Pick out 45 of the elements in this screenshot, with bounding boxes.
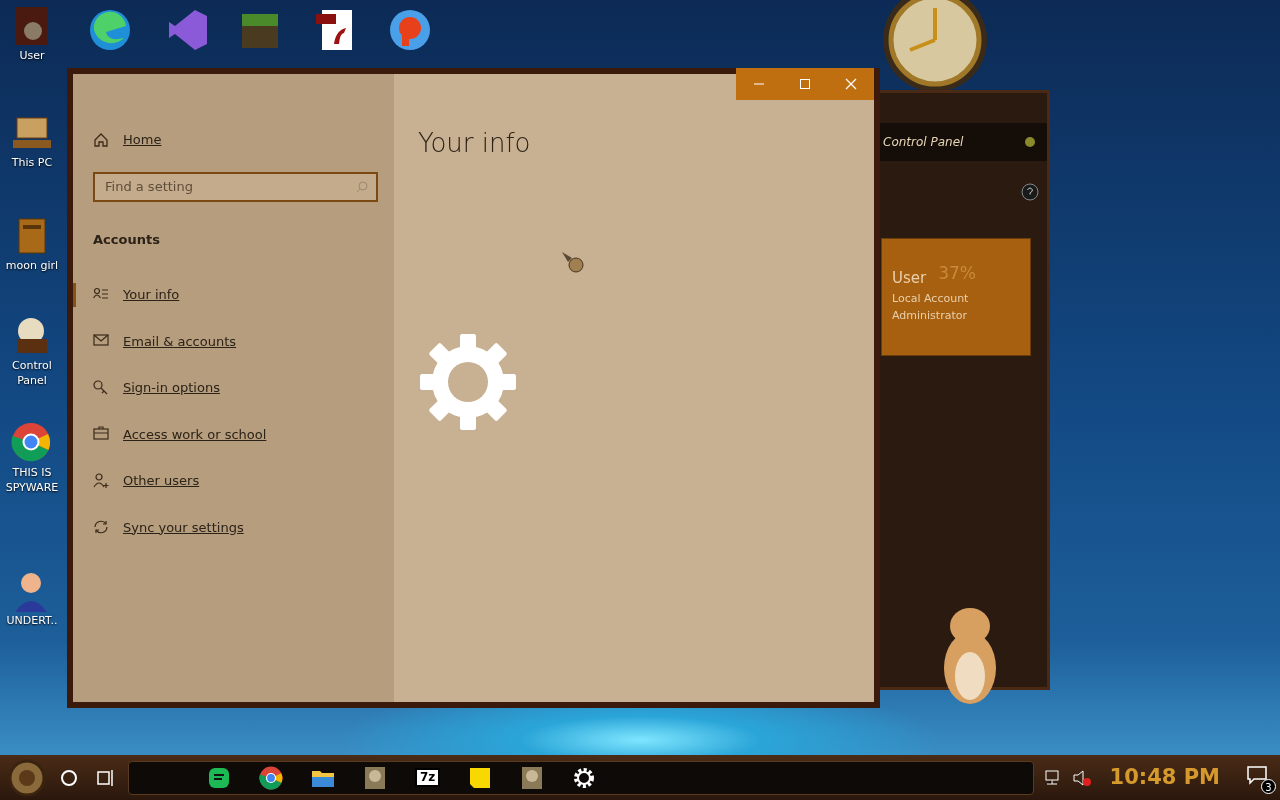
page-title: Your info	[418, 128, 532, 160]
sync-icon	[93, 519, 109, 536]
sticky-note-icon[interactable]	[468, 765, 493, 790]
desktop-icon[interactable]: UNDERT..	[0, 570, 64, 629]
section-heading: Accounts	[93, 230, 161, 249]
network-icon[interactable]	[1043, 768, 1062, 787]
photo-icon[interactable]	[363, 765, 387, 790]
status-light-icon	[1025, 137, 1035, 147]
archive-app-button[interactable]: 7z	[415, 767, 441, 788]
nav-item[interactable]: Email & accounts	[73, 329, 378, 353]
home-icon	[93, 131, 109, 148]
desktop-icon[interactable]: User	[0, 5, 64, 64]
nav-item[interactable]: Your info	[73, 283, 378, 307]
maximize-icon[interactable]	[799, 78, 811, 90]
nav-item[interactable]: Other users	[73, 469, 378, 493]
user-name: User	[892, 268, 927, 289]
close-icon[interactable]	[845, 78, 857, 90]
photo-icon[interactable]	[520, 765, 545, 790]
start-button-icon[interactable]	[8, 758, 46, 797]
notification-count: 3	[1261, 778, 1276, 794]
nav-item[interactable]: Access work or school	[73, 422, 378, 446]
loading-gear-icon	[418, 332, 518, 432]
account-role: Administrator	[892, 307, 968, 324]
home-link[interactable]: Home	[93, 130, 378, 150]
search-field[interactable]: Find a setting	[93, 171, 378, 202]
nav-item[interactable]: Sign-in options	[73, 376, 378, 400]
chrome-icon[interactable]	[259, 765, 283, 790]
search-icon	[356, 180, 368, 193]
desktop-icon[interactable]: moon girl	[0, 215, 64, 274]
notes-icon[interactable]	[207, 765, 231, 790]
edge-icon[interactable]	[88, 8, 132, 52]
settings-icon[interactable]	[572, 765, 597, 790]
briefcase-icon	[93, 426, 109, 443]
speaker-muted-icon[interactable]	[1071, 768, 1092, 787]
key-icon	[93, 379, 109, 396]
nav-item[interactable]: Sync your settings	[73, 515, 378, 539]
clock-text[interactable]: 10:48 PM	[1109, 761, 1220, 794]
desktop-icon[interactable]: Control Panel	[0, 315, 64, 389]
desktop-icon[interactable]: THIS IS SPYWARE	[0, 422, 64, 496]
help-icon[interactable]	[1021, 183, 1039, 201]
person-add-icon	[93, 472, 109, 489]
window-title: Control Panel	[883, 134, 964, 151]
desktop-icon[interactable]: This PC	[0, 112, 64, 171]
account-type: Local Account	[892, 290, 970, 307]
notification-icon	[1246, 764, 1268, 785]
